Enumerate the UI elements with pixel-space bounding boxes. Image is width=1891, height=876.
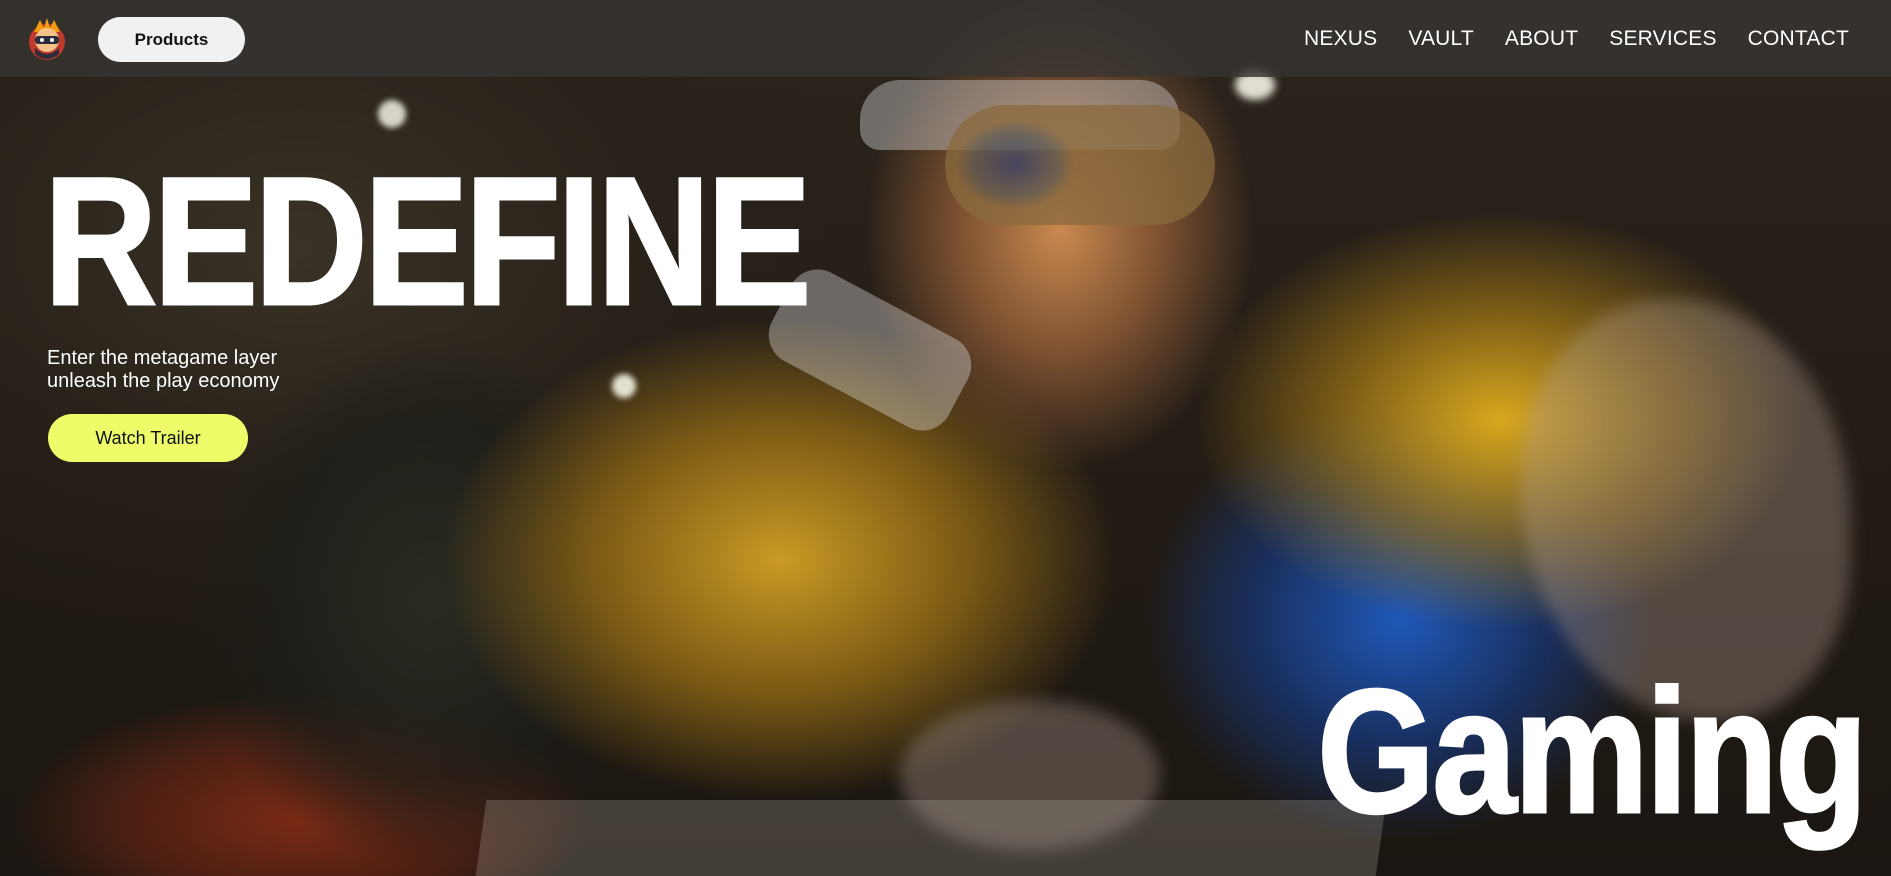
hero-bottom-word: Gaming [1316, 654, 1869, 850]
hero-section: Products NEXUS VAULT ABOUT SERVICES CONT… [0, 0, 1891, 876]
hero-artwork-desk [473, 800, 1387, 876]
top-navbar: Products NEXUS VAULT ABOUT SERVICES CONT… [0, 0, 1891, 77]
hero-tagline-line2: unleash the play economy [47, 370, 280, 392]
hero-artwork-light [378, 100, 406, 128]
nav-link-services[interactable]: SERVICES [1609, 27, 1716, 51]
hero-headline: REDEFINE [43, 139, 813, 343]
nav-link-vault[interactable]: VAULT [1408, 27, 1474, 51]
main-nav: NEXUS VAULT ABOUT SERVICES CONTACT [1304, 0, 1849, 77]
nav-link-contact[interactable]: CONTACT [1748, 27, 1849, 51]
watch-trailer-button[interactable]: Watch Trailer [48, 414, 248, 462]
ninja-mascot-icon[interactable] [26, 18, 68, 62]
hero-artwork-goggles [945, 105, 1215, 225]
nav-link-nexus[interactable]: NEXUS [1304, 27, 1377, 51]
hero-tagline: Enter the metagame layer unleash the pla… [47, 347, 279, 393]
nav-link-about[interactable]: ABOUT [1505, 27, 1578, 51]
hero-tagline-line1: Enter the metagame layer [47, 347, 278, 369]
hero-artwork-smoke [900, 700, 1160, 850]
hero-artwork-headband [860, 80, 1180, 150]
hero-artwork-light [612, 374, 636, 398]
products-button[interactable]: Products [98, 17, 245, 62]
